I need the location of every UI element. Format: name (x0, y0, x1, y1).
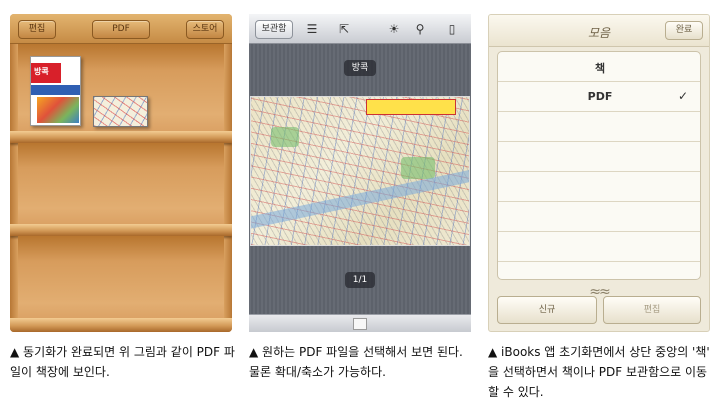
pdf-map-page[interactable] (250, 96, 470, 246)
bookshelf-screen: 편집 PDF 스토어 방콕 (10, 14, 232, 332)
checkmark-icon: ✓ (677, 89, 688, 103)
collection-pdf-button[interactable]: PDF (92, 20, 150, 39)
pdf-book-cover[interactable]: 방콕 (30, 56, 81, 126)
collections-screen: 모음 완료 책 PDF ✓ ≈≈ 신규 편집 (488, 14, 710, 332)
park-area (401, 157, 435, 179)
empty-row (498, 172, 700, 202)
done-button[interactable]: 완료 (665, 21, 703, 40)
brightness-icon[interactable]: ☀ (383, 20, 405, 39)
empty-row (498, 232, 700, 262)
page-indicator: 1/1 (345, 272, 375, 288)
pdf-viewer-screen: 보관함 ☰ ⇱ ☀ ⚲ ▯ 방콕 1/1 (249, 14, 471, 332)
empty-row (498, 112, 700, 142)
search-icon[interactable]: ⚲ (409, 20, 431, 39)
shelf-side-right (224, 44, 232, 332)
edit-button[interactable]: 편집 (18, 20, 56, 39)
collections-header: 모음 완료 (489, 15, 709, 47)
empty-row (498, 202, 700, 232)
caption-viewer: ▲ 원하는 PDF 파일을 선택해서 보면 된다. 물론 확대/축소가 가능하다… (249, 345, 463, 379)
library-button[interactable]: 보관함 (255, 20, 293, 39)
shelf-plank (10, 131, 232, 143)
caption-bookshelf: ▲ 동기화가 완료되면 위 그림과 같이 PDF 파일이 책장에 보인다. (10, 345, 235, 379)
map-legend (366, 99, 456, 115)
cover-photo (37, 97, 79, 123)
bookshelf-toolbar: 편집 PDF 스토어 (10, 14, 232, 44)
collection-item-pdf[interactable]: PDF ✓ (498, 82, 700, 112)
collections-list: 책 PDF ✓ (497, 51, 701, 280)
cover-stripe (31, 85, 80, 95)
page-thumbnail[interactable] (353, 318, 367, 330)
list-item-label: 책 (594, 62, 606, 75)
shelf-plank (10, 224, 232, 236)
edit-collections-button[interactable]: 편집 (603, 296, 701, 324)
viewer-toolbar: 보관함 ☰ ⇱ ☀ ⚲ ▯ (249, 14, 471, 44)
document-title: 방콕 (344, 60, 376, 76)
river (251, 166, 469, 230)
shelf-plank (10, 318, 232, 332)
pdf-map-thumbnail[interactable] (93, 96, 148, 127)
share-icon[interactable]: ⇱ (333, 20, 355, 39)
book-title: 방콕 (34, 67, 49, 76)
caption-collections: ▲ iBooks 앱 초기화면에서 상단 중앙의 '책' 을 선택하면서 책이나… (488, 345, 710, 399)
bookmark-icon[interactable]: ▯ (441, 20, 463, 39)
shelf-row-2 (18, 143, 224, 225)
new-collection-button[interactable]: 신규 (497, 296, 597, 324)
store-button[interactable]: 스토어 (186, 20, 224, 39)
page-scrubber[interactable] (249, 314, 471, 332)
collection-item-books[interactable]: 책 (498, 52, 700, 82)
list-icon[interactable]: ☰ (301, 20, 323, 39)
list-item-label: PDF (587, 90, 613, 103)
shelf-side-left (10, 44, 18, 332)
shelf-row-3 (18, 236, 224, 320)
park-area (271, 127, 299, 147)
empty-row (498, 142, 700, 172)
